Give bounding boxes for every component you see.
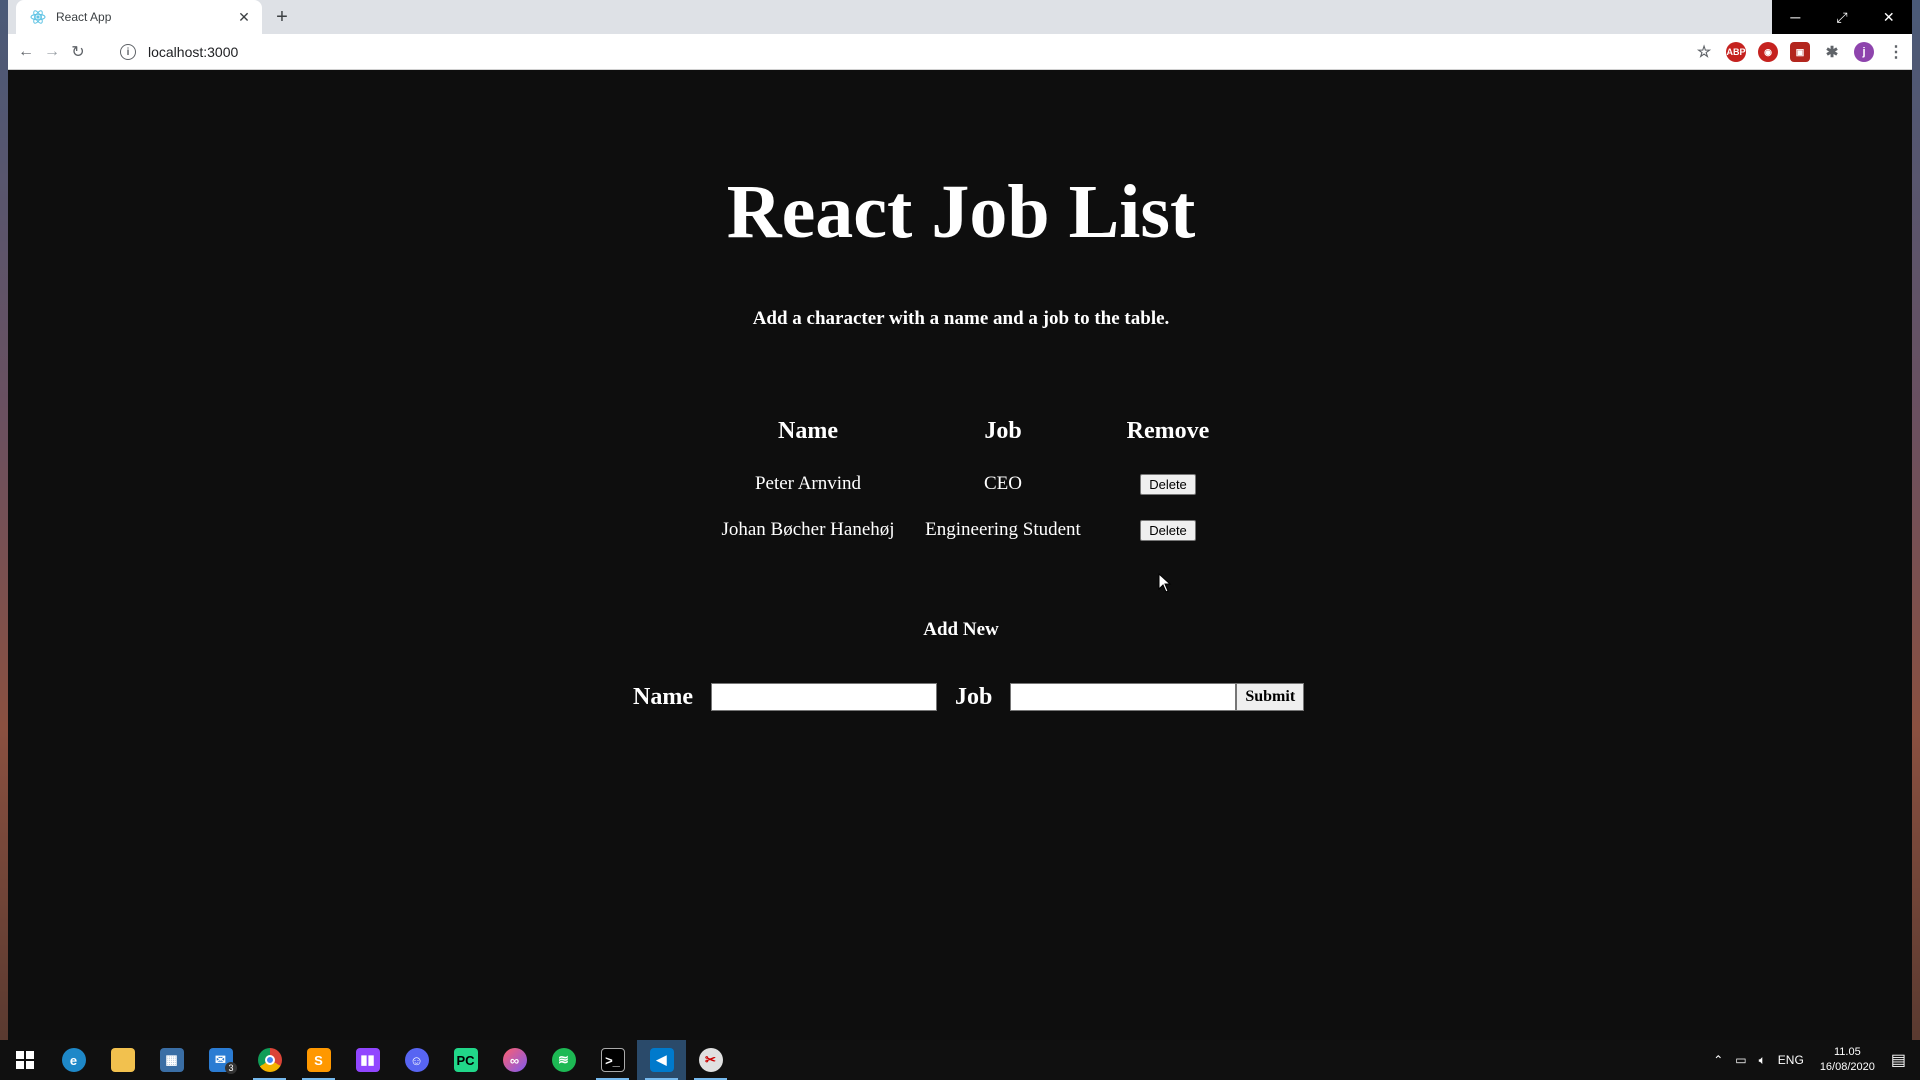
extension-icon[interactable]: ▣: [1790, 42, 1810, 62]
job-input[interactable]: [1010, 683, 1237, 711]
volume-icon[interactable]: 🔈︎: [1759, 1053, 1766, 1068]
vscode-icon: ◀: [649, 1048, 674, 1072]
profile-avatar-icon[interactable]: j: [1854, 42, 1874, 62]
forward-arrow-icon[interactable]: →: [42, 42, 62, 62]
adblock-plus-icon[interactable]: ABP: [1726, 42, 1746, 62]
taskbar-twitch[interactable]: ▮▮: [343, 1040, 392, 1080]
taskbar-pycharm[interactable]: PC: [441, 1040, 490, 1080]
edge-icon: e: [61, 1048, 86, 1072]
add-new-heading: Add New: [923, 619, 999, 640]
sublime-text-icon: S: [306, 1048, 331, 1072]
windows-logo-icon: [15, 1051, 34, 1069]
cell-remove: Delete: [1098, 507, 1238, 553]
windows-taskbar: e ▦ ✉ 3 S ▮▮ ☺ PC ∞ ≋ >_ ◀ ✂ ⌃ ▭ 🔈︎ ENG 1…: [0, 1040, 1920, 1080]
restore-icon[interactable]: ⤢: [1819, 0, 1866, 34]
tab-react-app[interactable]: React App ✕: [16, 0, 262, 34]
reload-icon[interactable]: ↻: [68, 42, 88, 62]
notifications-icon[interactable]: ▤: [1891, 1050, 1906, 1070]
column-header-job: Job: [984, 417, 1022, 444]
snipping-tool-icon: ✂: [698, 1048, 723, 1072]
cell-name: Johan Bøcher Hanehøj: [721, 519, 895, 540]
name-label: Name: [633, 683, 693, 710]
taskbar-spotify[interactable]: ≋: [539, 1040, 588, 1080]
chrome-icon: [257, 1048, 282, 1072]
react-logo-icon: [30, 9, 46, 25]
folder-icon: [110, 1048, 135, 1072]
terminal-icon: >_: [600, 1048, 625, 1072]
url-text: localhost:3000: [148, 44, 239, 60]
close-tab-icon[interactable]: ✕: [236, 9, 252, 25]
language-indicator[interactable]: ENG: [1778, 1053, 1804, 1067]
cell-job: CEO: [984, 473, 1022, 494]
puzzle-extensions-icon[interactable]: ✱: [1822, 42, 1842, 62]
browser-window: React App ✕ + ─ ⤢ ✕ ← → ↻ i localhost:30…: [8, 0, 1912, 1040]
table-header-row: Name Job Remove: [708, 401, 1238, 461]
system-tray: ⌃ ▭ 🔈︎ ENG 11.05 16/08/2020 ▤: [1707, 1040, 1920, 1080]
back-arrow-icon[interactable]: ←: [16, 42, 36, 62]
start-button[interactable]: [0, 1040, 49, 1080]
taskbar-chrome[interactable]: [245, 1040, 294, 1080]
clock[interactable]: 11.05 16/08/2020: [1820, 1045, 1875, 1075]
desktop-wallpaper-left: [0, 0, 8, 1040]
job-label: Job: [954, 683, 993, 710]
cell-remove: Delete: [1098, 461, 1238, 507]
menu-kebab-icon[interactable]: ⋮: [1886, 42, 1906, 62]
new-tab-button[interactable]: +: [270, 6, 294, 28]
page-content: React Job List Add a character with a na…: [8, 71, 1912, 1040]
delete-button[interactable]: Delete: [1140, 520, 1196, 541]
mail-badge: 3: [225, 1062, 237, 1074]
taskbar-mail[interactable]: ✉ 3: [196, 1040, 245, 1080]
taskbar-store[interactable]: ▦: [147, 1040, 196, 1080]
twitch-icon: ▮▮: [355, 1048, 380, 1072]
creative-cloud-icon: ∞: [502, 1048, 527, 1072]
name-input[interactable]: [710, 683, 937, 711]
info-icon[interactable]: i: [120, 44, 136, 60]
mouse-cursor-icon: [1158, 573, 1172, 593]
page-title: React Job List: [726, 170, 1196, 254]
discord-icon: ☺: [404, 1048, 429, 1072]
browser-toolbar: ← → ↻ i localhost:3000 ☆ ABP ◉ ▣ ✱ j ⋮: [8, 34, 1912, 70]
column-header-remove: Remove: [1126, 417, 1210, 444]
store-icon: ▦: [159, 1048, 184, 1072]
delete-button[interactable]: Delete: [1140, 474, 1196, 495]
desktop-wallpaper-right: [1912, 0, 1920, 1040]
table-row: Johan Bøcher Hanehøj Engineering Student…: [708, 507, 1238, 553]
extensions-bar: ☆ ABP ◉ ▣ ✱ j ⋮: [1688, 40, 1912, 64]
taskbar-vscode[interactable]: ◀: [637, 1040, 686, 1080]
spotify-icon: ≋: [551, 1048, 576, 1072]
submit-button[interactable]: Submit: [1236, 683, 1305, 711]
ublock-icon[interactable]: ◉: [1758, 42, 1778, 62]
taskbar-sublime[interactable]: S: [294, 1040, 343, 1080]
clock-time: 11.05: [1833, 1046, 1861, 1058]
taskbar-file-explorer[interactable]: [98, 1040, 147, 1080]
chevron-up-icon[interactable]: ⌃: [1713, 1053, 1723, 1067]
table-row: Peter Arnvind CEO Delete: [708, 461, 1238, 507]
pycharm-icon: PC: [453, 1048, 478, 1072]
tab-strip: React App ✕ + ─ ⤢ ✕: [8, 0, 1912, 34]
clock-date: 16/08/2020: [1819, 1061, 1875, 1073]
taskbar-snipping-tool[interactable]: ✂: [686, 1040, 735, 1080]
cell-name: Peter Arnvind: [754, 473, 862, 494]
cell-job: Engineering Student: [925, 519, 1081, 540]
taskbar-edge[interactable]: e: [49, 1040, 98, 1080]
address-bar[interactable]: i localhost:3000: [120, 38, 1720, 66]
minimize-icon[interactable]: ─: [1772, 0, 1819, 34]
add-job-form: Name Job Submit: [633, 683, 1305, 711]
column-header-name: Name: [778, 417, 838, 444]
job-table: Name Job Remove Peter Arnvind CEO Delete…: [708, 401, 1238, 553]
page-subtitle: Add a character with a name and a job to…: [752, 308, 1170, 329]
bookmark-star-icon[interactable]: ☆: [1694, 42, 1714, 62]
window-controls: ─ ⤢ ✕: [1772, 0, 1912, 34]
taskbar-terminal[interactable]: >_: [588, 1040, 637, 1080]
tab-title: React App: [56, 10, 112, 24]
taskbar-discord[interactable]: ☺: [392, 1040, 441, 1080]
taskbar-creative-cloud[interactable]: ∞: [490, 1040, 539, 1080]
close-window-icon[interactable]: ✕: [1865, 0, 1912, 34]
network-icon[interactable]: ▭: [1735, 1053, 1746, 1067]
